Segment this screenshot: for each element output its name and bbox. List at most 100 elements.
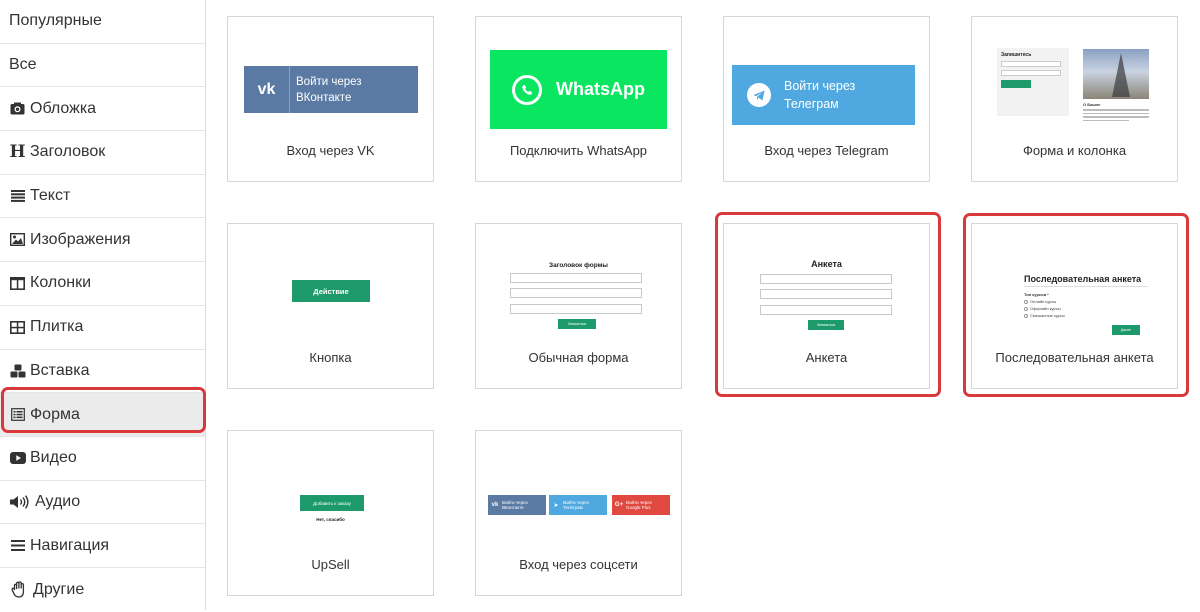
whatsapp-button-text: WhatsApp [556,79,645,99]
card-label: Форма и колонка [1022,143,1127,158]
sidebar-item-label: Популярные [9,12,102,30]
sequential-option: Онлайн курсы [1024,299,1056,304]
mini-form: Запишитесь [997,48,1069,116]
sidebar-item-label: Все [9,56,37,74]
social-line2: ВКонтакте [502,505,524,510]
option-label: Смешанные курсы [1030,313,1065,318]
social-telegram-button: ➤ Войти через Телеграм [549,495,607,515]
sidebar-item-popular[interactable]: Популярные [0,0,205,44]
sidebar-item-label: Заголовок [30,143,106,161]
menu-icon [9,538,26,554]
template-card-telegram-login[interactable]: Войти через Телеграм Вход через Telegram [723,16,930,182]
vk-logo-icon: vk [491,502,499,508]
form-icon [9,407,26,423]
template-card-form-column[interactable]: Запишитесь О Башне Форма и колонка [971,16,1178,182]
sidebar-item-label: Форма [30,405,80,423]
vk-logo-icon: vk [244,66,290,113]
social-line2: Телеграм [563,505,583,510]
sidebar-item-cover[interactable]: Обложка [0,87,205,132]
anketa-button: Записаться [808,320,844,330]
sidebar-item-form[interactable]: Форма [0,393,205,437]
mini-form-title: Запишитесь [1001,52,1032,58]
mini-input [760,274,892,284]
sequential-option: Смешанные курсы [1024,313,1065,318]
mini-form-button [1001,80,1031,88]
sidebar-item-images[interactable]: Изображения [0,218,205,263]
mini-input [510,304,642,314]
telegram-login-button-preview: Войти через Телеграм [732,65,915,125]
cubes-icon [9,363,26,379]
sidebar-item-columns[interactable]: Колонки [0,262,205,306]
sidebar-item-label: Текст [30,187,71,205]
mini-input [760,289,892,299]
template-card-sequential-anketa[interactable]: Последовательная анкета Тип курсов * Онл… [971,223,1178,389]
sequential-option: Оффлайн курсы [1024,306,1061,311]
telegram-button-line1: Войти через [784,79,856,93]
sidebar-item-navigation[interactable]: Навигация [0,524,205,568]
card-label: Анкета [805,350,848,365]
sidebar-item-other[interactable]: Другие [0,568,205,612]
action-button-preview: Действие [292,280,370,302]
text-lines-icon [9,188,26,204]
simple-form-button: Записаться [558,319,596,329]
anketa-title: Анкета [811,259,842,269]
social-google-button: G+ Войти через Google Plus [612,495,670,515]
mini-input [760,305,892,315]
google-plus-icon: G+ [614,502,624,508]
audio-icon [9,494,31,510]
hand-icon [9,581,29,598]
mini-column-title: О Башне [1083,102,1101,107]
sequential-question: Тип курсов * [1024,292,1049,297]
sidebar-item-label: Изображения [30,230,131,248]
sidebar-item-video[interactable]: Видео [0,437,205,481]
option-label: Онлайн курсы [1030,299,1057,304]
columns-icon [9,275,26,291]
cover-icon [9,101,26,117]
vk-button-line2: ВКонтакте [296,91,352,104]
sidebar-item-all[interactable]: Все [0,44,205,88]
sidebar-item-heading[interactable]: H Заголовок [0,131,205,175]
sidebar-item-embed[interactable]: Вставка [0,350,205,394]
social-vk-button: vk Войти через ВКонтакте [488,495,546,515]
sidebar-item-label: Плитка [30,318,84,336]
sidebar-item-tiles[interactable]: Плитка [0,306,205,350]
vk-logo-text: vk [257,80,276,98]
video-icon [9,450,26,466]
sidebar-item-text[interactable]: Текст [0,175,205,219]
sidebar: Популярные Все Обложка H Заголовок Текст… [0,0,206,610]
sidebar-item-label: Обложка [30,99,97,117]
template-card-whatsapp[interactable]: WhatsApp Подключить WhatsApp [475,16,682,182]
card-label: Вход через VK [286,143,375,158]
sidebar-item-audio[interactable]: Аудио [0,481,205,525]
template-card-button[interactable]: Действие Кнопка [227,223,434,389]
heading-icon: H [9,142,26,163]
mini-input [510,288,642,298]
template-card-upsell[interactable]: Добавить к заказу Нет, спасибо UpSell [227,430,434,596]
social-line2: Google Plus [626,505,651,510]
sidebar-item-label: Вставка [30,361,90,379]
mini-column-text: О Башне [1083,102,1149,121]
image-icon [9,232,26,248]
whatsapp-button-preview: WhatsApp [490,50,667,129]
sidebar-item-label: Другие [33,580,85,598]
card-label: Последовательная анкета [995,350,1154,365]
template-card-simple-form[interactable]: Заголовок формы Записаться Обычная форма [475,223,682,389]
form-column-preview: Запишитесь О Башне [997,48,1155,128]
vk-button-line1: Войти через [296,75,362,88]
card-label: Обычная форма [528,350,629,365]
sidebar-item-label: Видео [30,449,77,467]
upsell-decline-text: Нет, спасибо [316,517,345,522]
telegram-plane-icon [747,83,771,107]
mini-input [510,273,642,283]
card-label: Подключить WhatsApp [509,143,648,158]
card-label: Вход через Telegram [764,143,889,158]
sequential-title: Последовательная анкета [1024,274,1142,284]
template-card-vk-login[interactable]: vk Войти через ВКонтакте Вход через VK [227,16,434,182]
simple-form-title: Заголовок формы [549,262,608,269]
template-card-social-login[interactable]: vk Войти через ВКонтакте ➤ Войти через Тел… [475,430,682,596]
whatsapp-phone-icon [512,74,542,105]
eiffel-tower-image [1083,49,1149,99]
telegram-plane-icon: ➤ [553,502,559,509]
sidebar-item-label: Колонки [30,274,92,292]
template-card-anketa[interactable]: Анкета Записаться Анкета [723,223,930,389]
